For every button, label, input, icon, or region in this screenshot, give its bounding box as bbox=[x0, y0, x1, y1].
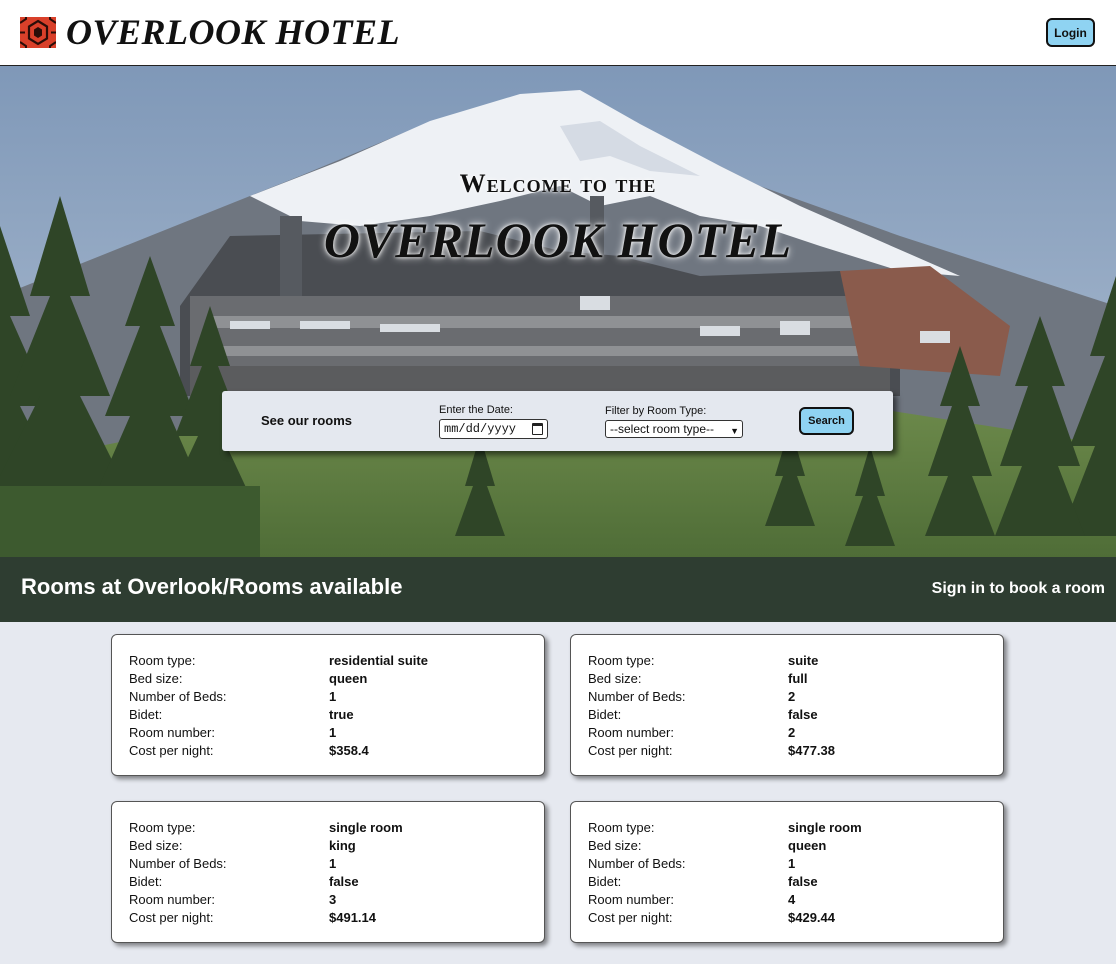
cost-per-night-value: $429.44 bbox=[788, 910, 835, 925]
room-type-row: Room type: residential suite bbox=[129, 653, 529, 671]
welcome-heading: Welcome to the bbox=[459, 169, 657, 198]
chevron-down-icon: ▼ bbox=[730, 426, 739, 436]
room-type-row: Room type: single room bbox=[588, 820, 988, 838]
room-number-value: 1 bbox=[329, 725, 337, 740]
site-header: OVERLOOK HOTEL Login bbox=[0, 0, 1116, 66]
number-of-beds-row: Number of Beds: 2 bbox=[588, 689, 988, 707]
hexagon-pattern-logo-icon bbox=[20, 17, 56, 48]
date-label: Enter the Date: bbox=[439, 404, 513, 416]
room-type-value: residential suite bbox=[329, 653, 428, 668]
number-of-beds-label: Number of Beds: bbox=[129, 689, 227, 704]
cost-per-night-row: Cost per night: $429.44 bbox=[588, 910, 988, 928]
room-number-label: Room number: bbox=[588, 892, 674, 907]
see-rooms-heading: See our rooms bbox=[261, 413, 353, 428]
room-number-row: Room number: 4 bbox=[588, 892, 988, 910]
room-number-value: 4 bbox=[788, 892, 796, 907]
number-of-beds-label: Number of Beds: bbox=[588, 689, 686, 704]
bidet-row: Bidet: false bbox=[588, 707, 988, 725]
bidet-label: Bidet: bbox=[588, 874, 622, 889]
search-button[interactable]: Search bbox=[799, 407, 854, 435]
number-of-beds-label: Number of Beds: bbox=[588, 856, 686, 871]
bed-size-row: Bed size: queen bbox=[588, 838, 988, 856]
date-placeholder: mm/dd/yyyy bbox=[444, 422, 517, 436]
room-number-value: 3 bbox=[329, 892, 337, 907]
bidet-value: false bbox=[788, 707, 818, 722]
room-card: Room type: single room Bed size: king Number… bbox=[111, 801, 545, 943]
bidet-value: false bbox=[329, 874, 359, 889]
cost-per-night-row: Cost per night: $358.4 bbox=[129, 743, 529, 761]
room-number-label: Room number: bbox=[588, 725, 674, 740]
room-type-label: Room type: bbox=[129, 653, 196, 668]
cost-per-night-label: Cost per night: bbox=[129, 910, 214, 925]
bed-size-row: Bed size: king bbox=[129, 838, 529, 856]
cost-per-night-label: Cost per night: bbox=[588, 743, 673, 758]
room-type-row: Room type: single room bbox=[129, 820, 529, 838]
room-type-label: Room type: bbox=[129, 820, 196, 835]
number-of-beds-value: 2 bbox=[788, 689, 796, 704]
date-input[interactable]: mm/dd/yyyy bbox=[439, 419, 548, 439]
cost-per-night-value: $477.38 bbox=[788, 743, 835, 758]
sign-in-link[interactable]: Sign in to book a room bbox=[932, 580, 1105, 598]
room-card: Room type: residential suite Bed size: quee… bbox=[111, 634, 545, 776]
bidet-row: Bidet: false bbox=[129, 874, 529, 892]
room-type-value: single room bbox=[329, 820, 403, 835]
hotel-landscape-background bbox=[0, 66, 1116, 557]
hero-banner: Welcome to the OVERLOOK HOTEL See our ro… bbox=[0, 66, 1116, 557]
room-type-selected: --select room type-- bbox=[610, 422, 715, 436]
room-type-label: Room type: bbox=[588, 653, 655, 668]
room-number-label: Room number: bbox=[129, 892, 215, 907]
bed-size-label: Bed size: bbox=[588, 838, 642, 853]
bidet-row: Bidet: false bbox=[588, 874, 988, 892]
room-type-value: suite bbox=[788, 653, 819, 668]
bidet-label: Bidet: bbox=[129, 707, 163, 722]
cost-per-night-label: Cost per night: bbox=[129, 743, 214, 758]
bed-size-value: queen bbox=[788, 838, 827, 853]
hero-title: OVERLOOK HOTEL bbox=[323, 212, 793, 268]
cost-per-night-value: $491.14 bbox=[329, 910, 376, 925]
cost-per-night-row: Cost per night: $477.38 bbox=[588, 743, 988, 761]
room-type-select[interactable]: --select room type-- ▼ bbox=[605, 420, 743, 438]
login-button[interactable]: Login bbox=[1046, 18, 1095, 47]
number-of-beds-value: 1 bbox=[329, 856, 337, 871]
number-of-beds-value: 1 bbox=[788, 856, 796, 871]
room-number-row: Room number: 1 bbox=[129, 725, 529, 743]
room-number-value: 2 bbox=[788, 725, 796, 740]
number-of-beds-value: 1 bbox=[329, 689, 337, 704]
calendar-icon[interactable] bbox=[532, 423, 543, 435]
room-number-row: Room number: 3 bbox=[129, 892, 529, 910]
bed-size-value: king bbox=[329, 838, 356, 853]
bed-size-row: Bed size: full bbox=[588, 671, 988, 689]
bed-size-value: queen bbox=[329, 671, 368, 686]
room-type-label: Filter by Room Type: bbox=[605, 405, 707, 417]
room-type-label: Room type: bbox=[588, 820, 655, 835]
room-card: Room type: single room Bed size: queen Numbe… bbox=[570, 801, 1004, 943]
room-number-row: Room number: 2 bbox=[588, 725, 988, 743]
room-type-value: single room bbox=[788, 820, 862, 835]
cost-per-night-row: Cost per night: $491.14 bbox=[129, 910, 529, 928]
bed-size-label: Bed size: bbox=[129, 838, 183, 853]
number-of-beds-label: Number of Beds: bbox=[129, 856, 227, 871]
room-card: Room type: suite Bed size: full Number of Be… bbox=[570, 634, 1004, 776]
bidet-label: Bidet: bbox=[588, 707, 622, 722]
number-of-beds-row: Number of Beds: 1 bbox=[129, 689, 529, 707]
bed-size-label: Bed size: bbox=[129, 671, 183, 686]
bidet-value: false bbox=[788, 874, 818, 889]
bidet-label: Bidet: bbox=[129, 874, 163, 889]
cost-per-night-value: $358.4 bbox=[329, 743, 369, 758]
cost-per-night-label: Cost per night: bbox=[588, 910, 673, 925]
bidet-row: Bidet: true bbox=[129, 707, 529, 725]
rooms-heading: Rooms at Overlook/Rooms available bbox=[21, 574, 403, 599]
number-of-beds-row: Number of Beds: 1 bbox=[129, 856, 529, 874]
brand-title: OVERLOOK HOTEL bbox=[66, 12, 401, 52]
bed-size-row: Bed size: queen bbox=[129, 671, 529, 689]
bed-size-value: full bbox=[788, 671, 808, 686]
room-type-row: Room type: suite bbox=[588, 653, 988, 671]
number-of-beds-row: Number of Beds: 1 bbox=[588, 856, 988, 874]
search-panel: See our rooms Enter the Date: mm/dd/yyyy… bbox=[222, 391, 893, 451]
bed-size-label: Bed size: bbox=[588, 671, 642, 686]
room-number-label: Room number: bbox=[129, 725, 215, 740]
rooms-bar: Rooms at Overlook/Rooms available Sign i… bbox=[0, 557, 1116, 622]
bidet-value: true bbox=[329, 707, 354, 722]
